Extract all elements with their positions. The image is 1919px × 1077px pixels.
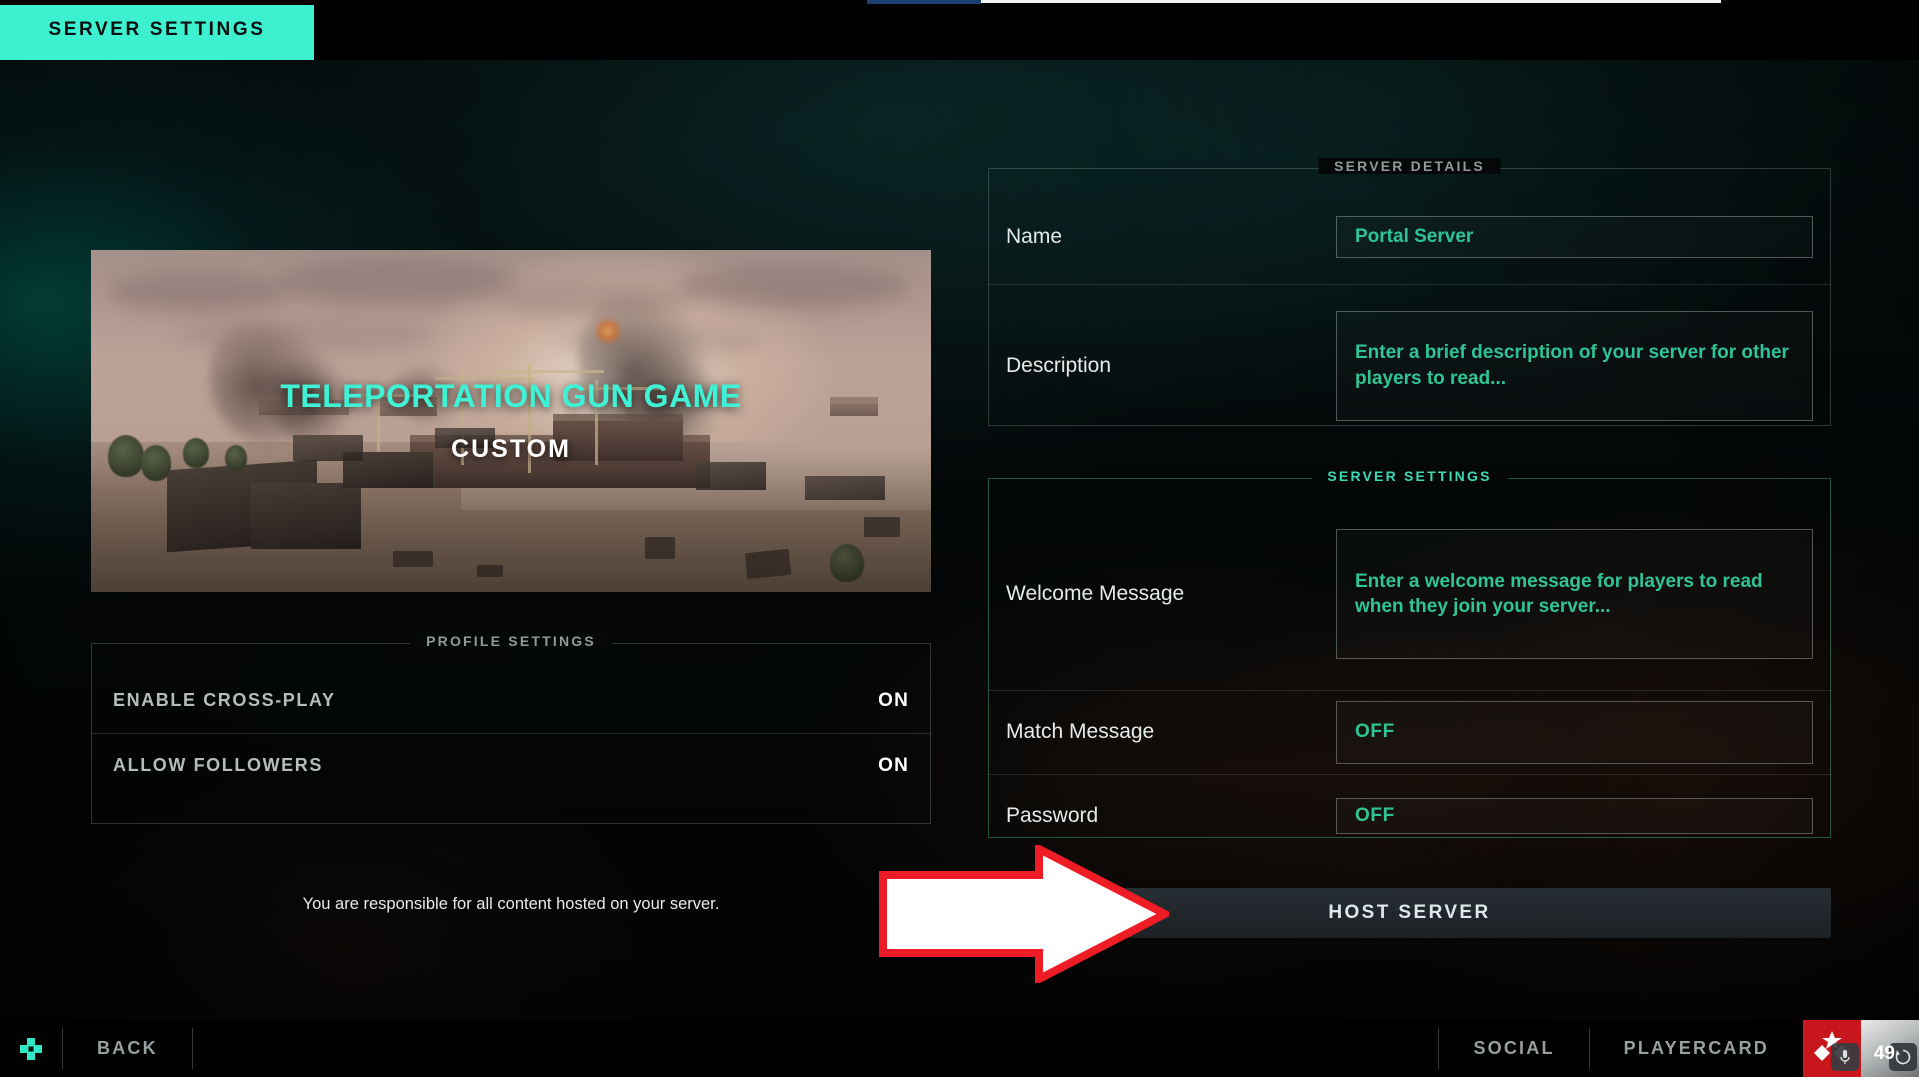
field-row-description: Description Enter a brief description of… — [988, 284, 1831, 447]
setting-label-allow-followers: ALLOW FOLLOWERS — [113, 755, 323, 775]
field-label-welcome-message: Welcome Message — [1006, 582, 1185, 605]
name-input-value: Portal Server — [1355, 226, 1474, 248]
server-settings-legend: SERVER SETTINGS — [1311, 468, 1508, 484]
server-details-legend: SERVER DETAILS — [1318, 158, 1501, 174]
description-input[interactable]: Enter a brief description of your server… — [1336, 310, 1813, 421]
clan-emblem-icon[interactable] — [1803, 1020, 1861, 1077]
password-value: OFF — [1355, 804, 1395, 826]
map-preview-card[interactable]: TELEPORTATION GUN GAME CUSTOM — [91, 250, 931, 592]
microphone-icon[interactable] — [1831, 1043, 1859, 1071]
description-placeholder-line-1: Enter a brief description of your server… — [1355, 342, 1789, 364]
server-details-section: SERVER DETAILS Name Portal Server Descri… — [988, 158, 1831, 426]
field-row-name: Name Portal Server — [988, 190, 1831, 284]
field-label-description: Description — [1006, 353, 1112, 377]
welcome-message-placeholder-line-2: when they join your server... — [1355, 596, 1611, 617]
host-server-button-label: HOST SERVER — [1328, 902, 1491, 923]
annotation-arrow-icon — [879, 842, 1174, 986]
bottom-bar-right-cluster: 49 — [1803, 1020, 1919, 1077]
profile-settings-rows: ENABLE CROSS-PLAY ON ALLOW FOLLOWERS ON — [91, 668, 931, 798]
profile-settings-section: PROFILE SETTINGS ENABLE CROSS-PLAY ON AL… — [91, 633, 931, 824]
dpad-icon[interactable] — [0, 1020, 62, 1077]
field-row-match-message: Match Message OFF — [988, 690, 1831, 774]
welcome-message-placeholder: Enter a welcome message for players to r… — [1355, 569, 1763, 620]
playercard-button[interactable]: PLAYERCARD — [1590, 1020, 1803, 1077]
loading-bar-blue-segment — [867, 0, 981, 4]
field-row-welcome-message: Welcome Message Enter a welcome message … — [988, 498, 1831, 690]
notification-count: 49 — [1873, 1043, 1895, 1064]
social-button[interactable]: SOCIAL — [1439, 1020, 1588, 1077]
top-loading-bar — [0, 0, 1919, 5]
setting-value-allow-followers: ON — [878, 754, 909, 776]
bottom-navigation-bar: BACK SOCIAL PLAYERCARD 49 — [0, 1020, 1919, 1077]
social-button-label: SOCIAL — [1473, 1038, 1555, 1058]
match-message-toggle[interactable]: OFF — [1336, 700, 1813, 764]
right-column: SERVER DETAILS Name Portal Server Descri… — [988, 158, 1831, 838]
loading-bar-white-segment — [981, 0, 1721, 3]
password-toggle[interactable]: OFF — [1336, 797, 1813, 834]
left-column: TELEPORTATION GUN GAME CUSTOM PROFILE SE… — [91, 250, 931, 824]
content-responsibility-disclaimer: You are responsible for all content host… — [302, 895, 720, 913]
profile-settings-legend: PROFILE SETTINGS — [410, 633, 612, 649]
setting-label-enable-cross-play: ENABLE CROSS-PLAY — [113, 690, 336, 710]
server-settings-rows: Welcome Message Enter a welcome message … — [988, 498, 1831, 857]
bottom-bar-spacer — [193, 1020, 1439, 1077]
server-settings-section: SERVER SETTINGS Welcome Message Enter a … — [988, 468, 1831, 838]
tab-server-settings-label: SERVER SETTINGS — [48, 19, 266, 40]
field-label-match-message: Match Message — [1006, 720, 1155, 743]
tab-server-settings[interactable]: SERVER SETTINGS — [0, 0, 314, 60]
map-subtitle: CUSTOM — [451, 435, 571, 463]
welcome-message-input[interactable]: Enter a welcome message for players to r… — [1336, 529, 1813, 659]
match-message-value: OFF — [1355, 721, 1395, 743]
server-settings-screen: SERVER SETTINGS TELEPORTATION GUN GAME C… — [0, 0, 1919, 1077]
back-button-label: BACK — [97, 1038, 158, 1058]
playercard-button-label: PLAYERCARD — [1623, 1038, 1769, 1058]
header-bar: SERVER SETTINGS — [0, 0, 1919, 60]
field-label-password: Password — [1006, 803, 1099, 827]
description-placeholder: Enter a brief description of your server… — [1355, 340, 1789, 391]
player-avatar[interactable]: 49 — [1861, 1020, 1919, 1077]
description-placeholder-line-2: players to read... — [1355, 367, 1507, 389]
server-details-rows: Name Portal Server Description Enter a b… — [988, 190, 1831, 447]
field-label-name: Name — [1006, 225, 1063, 248]
name-input[interactable]: Portal Server — [1336, 216, 1813, 258]
welcome-message-placeholder-line-1: Enter a welcome message for players to r… — [1355, 570, 1763, 592]
map-preview-text: TELEPORTATION GUN GAME CUSTOM — [91, 378, 931, 464]
setting-value-enable-cross-play: ON — [878, 689, 909, 711]
map-title: TELEPORTATION GUN GAME — [280, 378, 742, 414]
back-button[interactable]: BACK — [63, 1020, 192, 1077]
setting-row-enable-cross-play[interactable]: ENABLE CROSS-PLAY ON — [91, 668, 931, 733]
setting-row-allow-followers[interactable]: ALLOW FOLLOWERS ON — [91, 733, 931, 798]
